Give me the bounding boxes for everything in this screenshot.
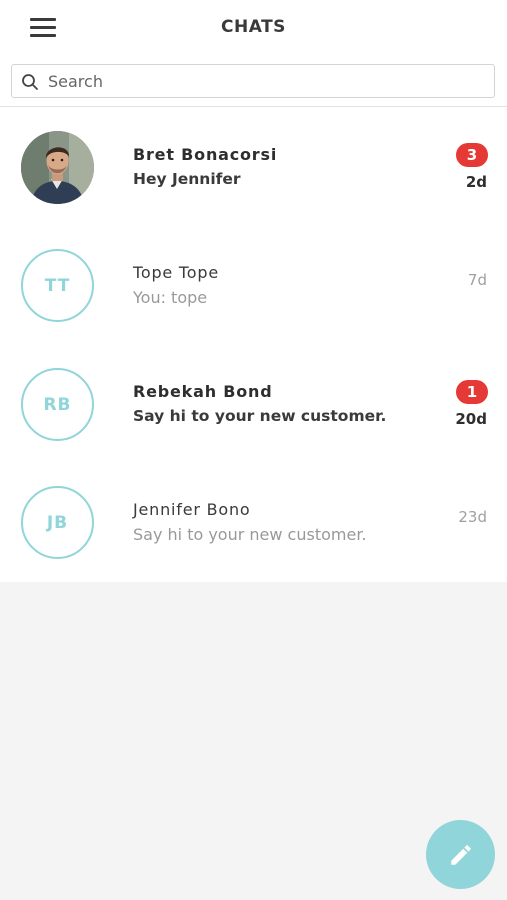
chat-row-bret-bonacorsi[interactable]: Bret Bonacorsi Hey Jennifer 3 2d [0, 107, 507, 225]
chat-row-rebekah-bond[interactable]: RB Rebekah Bond Say hi to your new custo… [0, 344, 507, 462]
chat-name: Jennifer Bono [133, 500, 251, 519]
compose-button[interactable] [426, 820, 495, 889]
chat-timestamp: 20d [455, 410, 487, 428]
chat-timestamp: 23d [458, 508, 487, 526]
chat-last-message: You: tope [133, 288, 208, 307]
avatar-initials: JB [46, 512, 69, 533]
pencil-icon [450, 844, 471, 865]
unread-badge: 3 [456, 143, 488, 167]
search-bar [0, 56, 507, 107]
chat-name: Rebekah Bond [133, 382, 273, 401]
unread-badge: 1 [456, 380, 488, 404]
chat-timestamp: 7d [467, 271, 487, 289]
search-box[interactable] [11, 64, 495, 98]
avatar-initials: TT [44, 275, 71, 296]
avatar: RB [21, 368, 94, 441]
chat-row-jennifer-bono[interactable]: JB Jennifer Bono Say hi to your new cust… [0, 462, 507, 580]
avatar: JB [21, 486, 94, 559]
search-icon [22, 74, 38, 90]
chat-last-message: Say hi to your new customer. [133, 407, 387, 425]
chat-name: Bret Bonacorsi [133, 145, 278, 164]
avatar-initials: RB [43, 394, 72, 415]
avatar: TT [21, 249, 94, 322]
chat-last-message: Say hi to your new customer. [133, 525, 367, 544]
chat-list: Bret Bonacorsi Hey Jennifer 3 2d TT Tope… [0, 107, 507, 582]
avatar-photo [21, 131, 94, 204]
chat-last-message: Hey Jennifer [133, 170, 241, 188]
page-title: CHATS [221, 17, 286, 37]
chat-timestamp: 2d [465, 173, 487, 191]
top-app-bar: CHATS [0, 0, 507, 56]
avatar [21, 131, 94, 204]
search-input[interactable] [48, 69, 478, 93]
chat-row-tope-tope[interactable]: TT Tope Tope You: tope 7d [0, 225, 507, 343]
chat-name: Tope Tope [133, 263, 219, 282]
